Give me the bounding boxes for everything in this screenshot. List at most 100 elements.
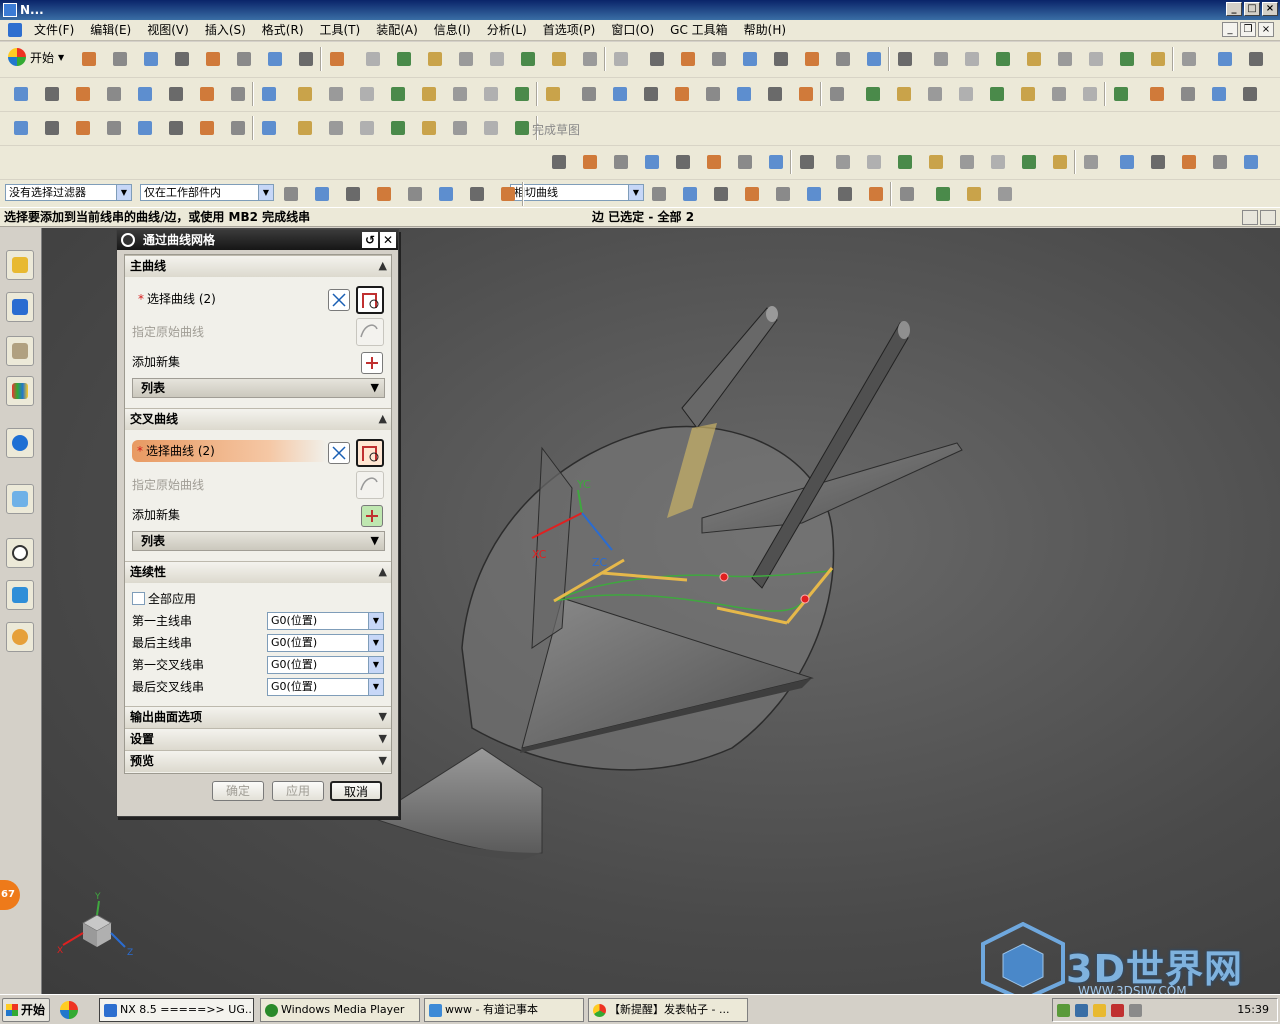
- curve-rule-select[interactable]: 相切曲线 ▼: [510, 184, 644, 201]
- windows-start-button[interactable]: 开始: [2, 998, 50, 1022]
- toolbar-tool-icon[interactable]: [72, 117, 94, 139]
- toolbar-tool-icon[interactable]: [865, 183, 887, 205]
- toolbar-tool-icon[interactable]: [739, 48, 761, 70]
- menu-analysis[interactable]: 分析(L): [479, 21, 535, 40]
- toolbar-tool-icon[interactable]: [961, 48, 983, 70]
- toolbar-tool-icon[interactable]: [1085, 48, 1107, 70]
- toolbar-tool-icon[interactable]: [356, 83, 378, 105]
- toolbar-tool-icon[interactable]: [893, 83, 915, 105]
- monitor-icon[interactable]: [1075, 1004, 1088, 1017]
- toolbar-tool-icon[interactable]: [72, 83, 94, 105]
- part-navigator-tab[interactable]: [6, 336, 34, 366]
- toolbar-tool-icon[interactable]: [311, 183, 333, 205]
- menu-tools[interactable]: 工具(T): [312, 21, 369, 40]
- toolbar-tool-icon[interactable]: [894, 151, 916, 173]
- toolbar-tool-icon[interactable]: [10, 117, 32, 139]
- doc-minimize-button[interactable]: _: [1222, 22, 1238, 37]
- toolbar-tool-icon[interactable]: [1023, 48, 1045, 70]
- toolbar-tool-icon[interactable]: [1178, 48, 1200, 70]
- toolbar-tool-icon[interactable]: [41, 83, 63, 105]
- toolbar-tool-icon[interactable]: [963, 183, 985, 205]
- menu-preferences[interactable]: 首选项(P): [535, 21, 604, 40]
- layout-button[interactable]: [1260, 210, 1276, 225]
- toolbar-tool-icon[interactable]: [1116, 151, 1138, 173]
- toolbar-tool-icon[interactable]: [1048, 83, 1070, 105]
- ok-button[interactable]: 确定: [212, 781, 264, 801]
- toolbar-tool-icon[interactable]: [78, 48, 100, 70]
- output-surface-options-header[interactable]: 输出曲面选项 ▼: [125, 706, 391, 728]
- toolbar-tool-icon[interactable]: [862, 83, 884, 105]
- cross-list-toggle[interactable]: 列表 ▼: [132, 531, 385, 551]
- menu-insert[interactable]: 插入(S): [197, 21, 254, 40]
- first-cross-continuity-select[interactable]: G0(位置) ▼: [267, 656, 384, 674]
- toolbar-tool-icon[interactable]: [373, 183, 395, 205]
- selection-scope-select[interactable]: 仅在工作部件内 ▼: [140, 184, 274, 201]
- toolbar-tool-icon[interactable]: [801, 48, 823, 70]
- cross-deselect-button[interactable]: [328, 442, 350, 464]
- toolbar-tool-icon[interactable]: [834, 183, 856, 205]
- toolbar-tool-icon[interactable]: [640, 83, 662, 105]
- toolbar-tool-icon[interactable]: [826, 83, 848, 105]
- menu-assembly[interactable]: 装配(A): [368, 21, 426, 40]
- toolbar-tool-icon[interactable]: [803, 183, 825, 205]
- apply-button[interactable]: 应用: [272, 781, 324, 801]
- toolbar-tool-icon[interactable]: [772, 183, 794, 205]
- cross-add-set-button[interactable]: [361, 505, 383, 527]
- toolbar-tool-icon[interactable]: [610, 48, 632, 70]
- constraint-navigator-tab[interactable]: [6, 292, 34, 322]
- toolbar-tool-icon[interactable]: [497, 183, 519, 205]
- toolbar-tool-icon[interactable]: [764, 83, 786, 105]
- toolbar-tool-icon[interactable]: [202, 48, 224, 70]
- toolbar-tool-icon[interactable]: [325, 83, 347, 105]
- toolbar-tool-icon[interactable]: [770, 48, 792, 70]
- toolbar-tool-icon[interactable]: [986, 83, 1008, 105]
- toolbar-tool-icon[interactable]: [542, 83, 564, 105]
- apply-all-checkbox[interactable]: [132, 592, 145, 605]
- toolbar-tool-icon[interactable]: [511, 117, 533, 139]
- toolbar-tool-icon[interactable]: [325, 117, 347, 139]
- finish-sketch-label[interactable]: 完成草图: [532, 121, 580, 138]
- toolbar-tool-icon[interactable]: [258, 117, 280, 139]
- toolbar-tool-icon[interactable]: [987, 151, 1009, 173]
- menu-information[interactable]: 信息(I): [426, 21, 479, 40]
- toolbar-tool-icon[interactable]: [1146, 83, 1168, 105]
- toolbar-tool-icon[interactable]: [41, 117, 63, 139]
- apply-all-checkbox-row[interactable]: 全部应用: [132, 588, 386, 610]
- toolbar-tool-icon[interactable]: [734, 151, 756, 173]
- toolbar-tool-icon[interactable]: [930, 48, 952, 70]
- toolbar-tool-icon[interactable]: [648, 183, 670, 205]
- toolbar-tool-icon[interactable]: [455, 48, 477, 70]
- first-primary-continuity-select[interactable]: G0(位置) ▼: [267, 612, 384, 630]
- toolbar-tool-icon[interactable]: [1178, 151, 1200, 173]
- toolbar-tool-icon[interactable]: [342, 183, 364, 205]
- toolbar-tool-icon[interactable]: [646, 48, 668, 70]
- taskbar-item-browser[interactable]: 【新提醒】发表帖子 - ...: [588, 998, 748, 1022]
- toolbar-tool-icon[interactable]: [925, 151, 947, 173]
- toolbar-tool-icon[interactable]: [863, 151, 885, 173]
- toolbar-tool-icon[interactable]: [1240, 151, 1262, 173]
- toolbar-tool-icon[interactable]: [387, 117, 409, 139]
- cancel-button[interactable]: 取消: [330, 781, 382, 801]
- primary-add-set-button[interactable]: [361, 352, 383, 374]
- toolbar-tool-icon[interactable]: [227, 83, 249, 105]
- web-browser-tab[interactable]: [6, 484, 34, 514]
- cross-select-curve-row[interactable]: * 选择曲线 (2): [132, 440, 327, 462]
- toolbar-tool-icon[interactable]: [548, 48, 570, 70]
- toolbar-tool-icon[interactable]: [994, 183, 1016, 205]
- toolbar-tool-icon[interactable]: [610, 151, 632, 173]
- type-filter-select[interactable]: 没有选择过滤器 ▼: [5, 184, 132, 201]
- network-icon[interactable]: [1057, 1004, 1070, 1017]
- close-icon[interactable]: ✕: [380, 232, 396, 248]
- toolbar-tool-icon[interactable]: [258, 83, 280, 105]
- toolbar-tool-icon[interactable]: [1054, 48, 1076, 70]
- fit-view-button[interactable]: [1242, 210, 1258, 225]
- last-cross-continuity-select[interactable]: G0(位置) ▼: [267, 678, 384, 696]
- maximize-button[interactable]: □: [1244, 2, 1260, 16]
- last-primary-continuity-select[interactable]: G0(位置) ▼: [267, 634, 384, 652]
- toolbar-tool-icon[interactable]: [708, 48, 730, 70]
- primary-origin-curve-button[interactable]: [356, 318, 384, 346]
- toolbar-tool-icon[interactable]: [418, 117, 440, 139]
- toolbar-tool-icon[interactable]: [894, 48, 916, 70]
- toolbar-tool-icon[interactable]: [677, 48, 699, 70]
- toolbar-tool-icon[interactable]: [1116, 48, 1138, 70]
